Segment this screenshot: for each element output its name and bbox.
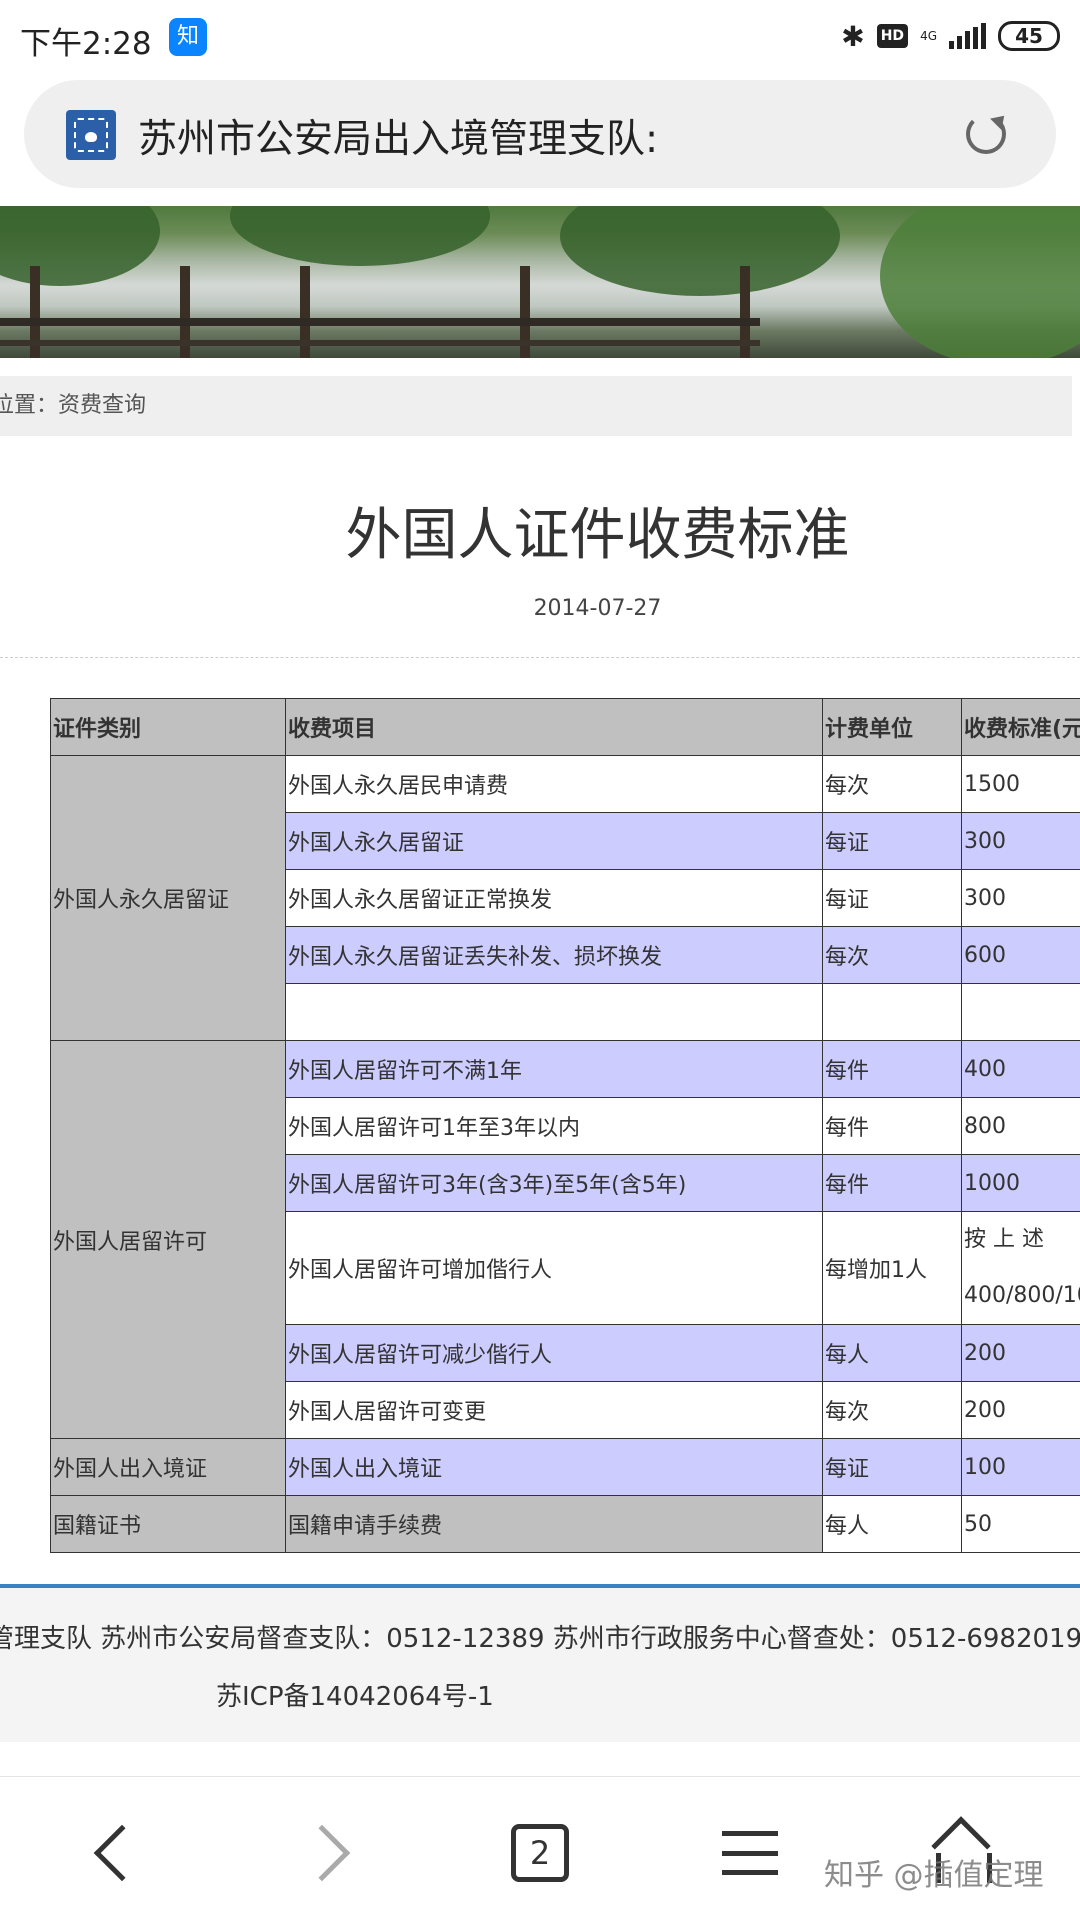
fee-cell: 800 [961,1097,1080,1155]
fee-line-2: 400/800/1000 [964,1283,1080,1308]
table-row: 国籍证书 国籍申请手续费 每人 50 [50,1495,1080,1553]
zhihu-watermark: 知乎 @插值定理 [824,1858,1044,1893]
item-cell: 外国人居留许可增加偕行人 [285,1211,823,1325]
table-row: 外国人永久居留证 外国人永久居民申请费 每次 1500 [50,755,1080,1041]
category-cell: 外国人永久居留证 [50,755,286,1041]
item-cell [285,983,823,1041]
divider [0,657,1080,658]
unit-cell: 每证 [822,1438,962,1496]
category-cell: 外国人出入境证 [50,1438,286,1496]
fee-cell: 400 [961,1040,1080,1098]
breadcrumb: 位置：资费查询 [0,376,1072,436]
status-icons: ✱ HD 4G 45 [841,16,1060,56]
table-header-row: 证件类别 收费项目 计费单位 收费标准(元) [50,698,1080,756]
fee-cell: 300 [961,812,1080,870]
unit-cell: 每次 [822,926,962,984]
category-cell: 国籍证书 [50,1495,286,1553]
fee-cell: 600 [961,926,1080,984]
item-cell: 国籍申请手续费 [285,1495,823,1553]
item-cell: 外国人永久居留证 [285,812,823,870]
battery-icon: 45 [998,21,1060,51]
fee-cell: 50 [961,1495,1080,1553]
table-row: 外国人居留许可 外国人居留许可不满1年 每件 400 [50,1040,1080,1439]
table-row: 外国人出入境证 外国人出入境证 每证 100 [50,1438,1080,1496]
footer-contact-text: 管理支队 苏州市公安局督查支队：0512-12389 苏州市行政服务中心督查处：… [0,1624,1080,1654]
item-cell: 外国人居留许可3年(含3年)至5年(含5年) [285,1154,823,1212]
tabs-button[interactable]: 2 [500,1813,580,1893]
fee-cell: 按 上 述 400/800/1000 [961,1211,1080,1325]
column-header: 收费项目 [285,698,823,756]
item-cell: 外国人永久居留证正常换发 [285,869,823,927]
status-time: 下午2:28 [20,26,152,62]
unit-cell [822,983,962,1041]
column-header: 计费单位 [822,698,962,756]
status-bar: 下午2:28 知 ✱ HD 4G 45 [0,0,1080,72]
site-footer: 管理支队 苏州市公安局督查支队：0512-12389 苏州市行政服务中心督查处：… [0,1588,1080,1742]
fee-cell: 300 [961,869,1080,927]
fee-cell: 1500 [961,755,1080,813]
unit-cell: 每增加1人 [822,1211,962,1325]
hd-voice-icon: HD [876,24,909,48]
address-bar[interactable]: 苏州市公安局出入境管理支队: [24,80,1056,188]
site-banner-image [0,206,1080,358]
network-type-label: 4G [920,29,937,43]
signal-icon [949,23,986,49]
unit-cell: 每件 [822,1154,962,1212]
item-cell: 外国人居留许可变更 [285,1381,823,1439]
unit-cell: 每证 [822,812,962,870]
browser-nav-bar: 2 [0,1776,1080,1920]
item-cell: 外国人出入境证 [285,1438,823,1496]
footer-icp-text[interactable]: 苏ICP备14042064号-1 [216,1676,494,1713]
item-cell: 外国人永久居民申请费 [285,755,823,813]
bluetooth-icon: ✱ [841,19,865,53]
item-cell: 外国人居留许可1年至3年以内 [285,1097,823,1155]
publish-date: 2014-07-27 [533,596,662,621]
page-url-title[interactable]: 苏州市公安局出入境管理支队: [138,108,658,164]
back-button[interactable] [74,1813,154,1893]
unit-cell: 每次 [822,1381,962,1439]
fee-line-1: 按 上 述 [964,1227,1044,1252]
item-cell: 外国人居留许可减少偕行人 [285,1324,823,1382]
item-cell: 外国人居留许可不满1年 [285,1040,823,1098]
column-header: 收费标准(元) [961,698,1080,756]
baidu-paw-icon [66,110,116,160]
fee-cell: 200 [961,1324,1080,1382]
unit-cell: 每次 [822,755,962,813]
fee-cell [961,983,1080,1041]
item-cell: 外国人永久居留证丢失补发、损坏换发 [285,926,823,984]
unit-cell: 每证 [822,869,962,927]
forward-button[interactable] [290,1813,370,1893]
menu-button[interactable] [710,1813,790,1893]
category-cell: 外国人居留许可 [50,1040,286,1439]
unit-cell: 每人 [822,1495,962,1553]
fee-table: 证件类别 收费项目 计费单位 收费标准(元) 外国人永久居留证 外国人永久居民申… [50,698,1080,1553]
fee-cell: 100 [961,1438,1080,1496]
unit-cell: 每人 [822,1324,962,1382]
chevron-left-icon [93,1824,151,1882]
zhihu-notification-icon: 知 [169,18,207,56]
fee-cell: 1000 [961,1154,1080,1212]
column-header: 证件类别 [50,698,286,756]
fee-cell: 200 [961,1381,1080,1439]
reload-icon[interactable] [966,114,1006,154]
hamburger-menu-icon [722,1831,778,1875]
unit-cell: 每件 [822,1097,962,1155]
chevron-right-icon [293,1824,351,1882]
unit-cell: 每件 [822,1040,962,1098]
tab-count-icon: 2 [511,1824,569,1882]
page-title: 外国人证件收费标准 [345,503,850,568]
fee-table-container: 证件类别 收费项目 计费单位 收费标准(元) 外国人永久居留证 外国人永久居民申… [50,698,1080,1553]
